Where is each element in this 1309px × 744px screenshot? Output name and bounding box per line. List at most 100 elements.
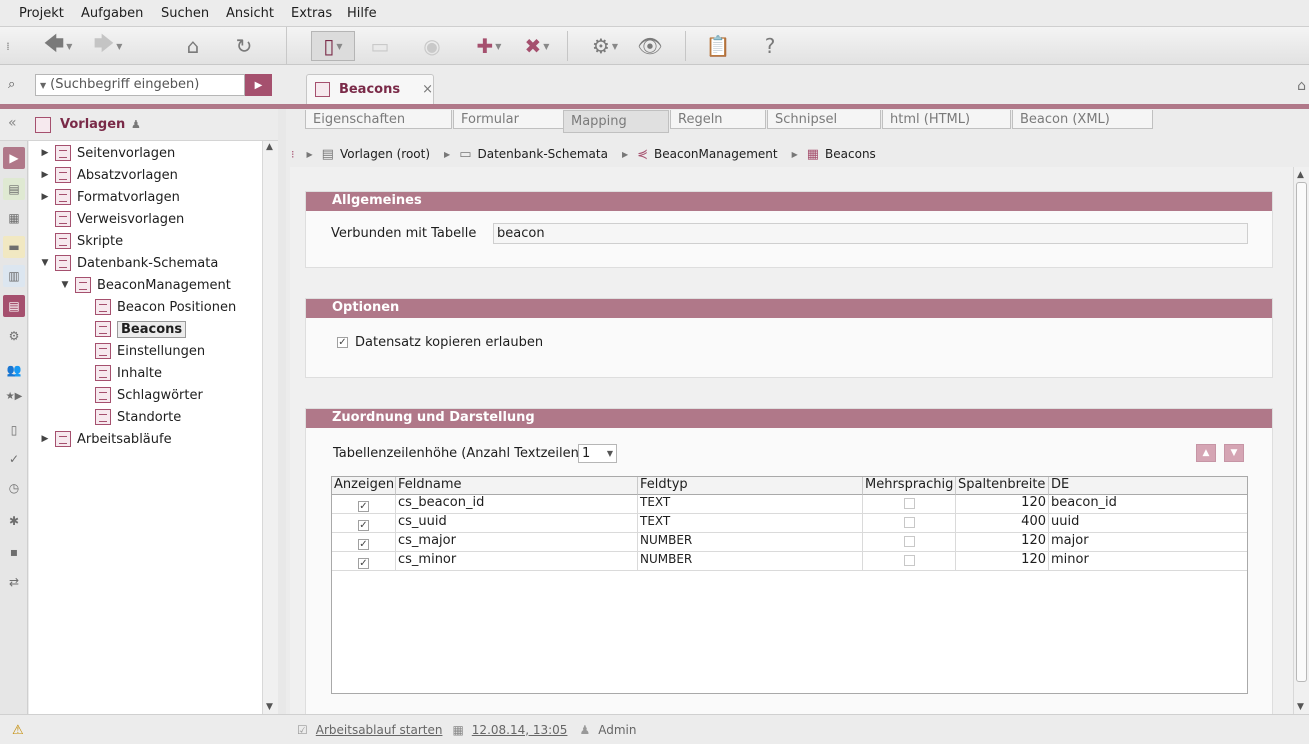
column-width-cell[interactable]: 120	[956, 533, 1049, 552]
clipboard-icon[interactable]: ▯	[3, 419, 25, 441]
tree-item-seitenvorlagen[interactable]: ▶ Seitenvorlagen	[39, 142, 175, 164]
pages-icon[interactable]: ▤	[3, 178, 25, 200]
menu-hilfe[interactable]: Hilfe	[347, 6, 377, 21]
tree-item-verweisvorlagen[interactable]: Verweisvorlagen	[39, 208, 184, 230]
field-type-cell[interactable]: NUMBER	[638, 552, 863, 571]
collapse-icon[interactable]: ▼	[39, 258, 51, 268]
menu-ansicht[interactable]: Ansicht	[226, 6, 274, 21]
users-icon[interactable]: 👥	[3, 359, 25, 381]
scroll-thumb[interactable]	[1296, 182, 1307, 682]
scroll-down-icon[interactable]: ▼	[1297, 702, 1304, 712]
new-template-button[interactable]: ▯ ▼	[311, 31, 355, 61]
breadcrumb-item[interactable]: Beacons	[825, 147, 876, 161]
collapse-handle-icon[interactable]: ⁞	[2, 31, 14, 61]
menu-projekt[interactable]: Projekt	[19, 6, 64, 21]
tab-eigenschaften[interactable]: Eigenschaften	[305, 110, 452, 129]
menu-suchen[interactable]: Suchen	[161, 6, 209, 21]
briefcase-icon[interactable]: ▪	[3, 541, 25, 563]
multilang-checkbox[interactable]	[903, 536, 915, 547]
copy-checkbox[interactable]: ✓	[337, 337, 348, 348]
show-cell[interactable]: ✓	[332, 533, 396, 552]
column-width-cell[interactable]: 120	[956, 552, 1049, 571]
collapse-icon[interactable]: «	[8, 115, 17, 131]
settings-button[interactable]: ⚙ ▼	[583, 31, 627, 61]
tab-mapping[interactable]: Mapping	[563, 110, 669, 133]
menu-extras[interactable]: Extras	[291, 6, 332, 21]
tree-item-beacon-positionen[interactable]: Beacon Positionen	[79, 296, 236, 318]
column-header-spaltenbreite[interactable]: Spaltenbreite	[956, 477, 1049, 495]
tree-item-beaconmanagement[interactable]: ▼ BeaconManagement	[59, 274, 231, 296]
show-cell[interactable]: ✓	[332, 552, 396, 571]
start-workflow-link[interactable]: Arbeitsablauf starten	[316, 723, 443, 737]
structure-icon[interactable]: ▦	[3, 207, 25, 229]
breadcrumb-item[interactable]: Datenbank-Schemata	[478, 147, 608, 161]
expand-icon[interactable]: ▶	[39, 192, 51, 202]
gear-icon[interactable]: ⚙	[3, 325, 25, 347]
tab-schnipsel[interactable]: Schnipsel	[767, 110, 881, 129]
delete-button[interactable]: ✖ ▼	[515, 31, 559, 61]
scroll-up-icon[interactable]: ▲	[266, 142, 273, 152]
search-input[interactable]: ▼ (Suchbegriff eingeben)	[35, 74, 245, 96]
puzzle-icon[interactable]: ✱	[3, 510, 25, 532]
expand-icon[interactable]: ▶	[39, 434, 51, 444]
check-icon[interactable]: ✓	[3, 448, 25, 470]
scroll-down-icon[interactable]: ▼	[266, 702, 273, 712]
breadcrumb-item[interactable]: BeaconManagement	[654, 147, 778, 161]
de-label-cell[interactable]: beacon_id	[1049, 495, 1247, 514]
field-type-cell[interactable]: NUMBER	[638, 533, 863, 552]
templates-icon[interactable]: ▤	[3, 295, 25, 317]
tab-html[interactable]: html (HTML)	[882, 110, 1011, 129]
pin-icon[interactable]: ⁝	[291, 148, 295, 161]
multilang-cell[interactable]	[863, 495, 956, 514]
move-up-button[interactable]: ▲	[1196, 444, 1216, 462]
tasks-button[interactable]: 📋	[701, 31, 735, 61]
expand-icon[interactable]: ▶	[39, 170, 51, 180]
column-header-de[interactable]: DE	[1049, 477, 1247, 495]
tree-item-arbeitsablaeufe[interactable]: ▶ Arbeitsabläufe	[39, 428, 172, 450]
last-modified-date[interactable]: 12.08.14, 13:05	[472, 723, 568, 737]
warning-icon[interactable]: ⚠	[12, 723, 24, 738]
move-down-button[interactable]: ▼	[1224, 444, 1244, 462]
row-height-select[interactable]: 1 ▼	[578, 444, 617, 463]
field-type-cell[interactable]: TEXT	[638, 495, 863, 514]
tree-item-skripte[interactable]: Skripte	[39, 230, 123, 252]
multilang-cell[interactable]	[863, 533, 956, 552]
field-name-cell[interactable]: cs_minor	[396, 552, 638, 571]
multilang-cell[interactable]	[863, 552, 956, 571]
expand-icon[interactable]: ▶	[39, 148, 51, 158]
show-checkbox[interactable]: ✓	[358, 501, 369, 512]
preview-button[interactable]: ◉	[415, 31, 449, 61]
tab-regeln[interactable]: Regeln	[670, 110, 766, 129]
media-icon[interactable]: ▬	[3, 236, 25, 258]
column-header-mehrsprachig[interactable]: Mehrsprachig	[863, 477, 956, 495]
close-icon[interactable]: ×	[422, 82, 433, 97]
tree-scrollbar[interactable]: ▲ ▼	[262, 141, 278, 714]
multilang-checkbox[interactable]	[903, 555, 915, 566]
search-button[interactable]: ▶	[245, 74, 272, 96]
home-button[interactable]: ⌂	[176, 31, 210, 61]
collapse-icon[interactable]: ▼	[59, 280, 71, 290]
data-sources-icon[interactable]: ▥	[3, 265, 25, 287]
column-header-anzeigen[interactable]: Anzeigen	[332, 477, 396, 495]
field-name-cell[interactable]: cs_uuid	[396, 514, 638, 533]
view-button[interactable]: 👁	[633, 31, 667, 61]
column-width-cell[interactable]: 400	[956, 514, 1049, 533]
tree-item-schlagwoerter[interactable]: Schlagwörter	[79, 384, 203, 406]
scroll-up-icon[interactable]: ▲	[1297, 170, 1304, 180]
swap-icon[interactable]: ⇄	[3, 571, 25, 593]
tree-item-formatvorlagen[interactable]: ▶ Formatvorlagen	[39, 186, 180, 208]
star-icon[interactable]: ★▶	[3, 385, 25, 407]
de-label-cell[interactable]: major	[1049, 533, 1247, 552]
help-button[interactable]: ?	[753, 31, 787, 61]
column-width-cell[interactable]: 120	[956, 495, 1049, 514]
content-scrollbar[interactable]: ▲ ▼	[1293, 167, 1309, 714]
tree-item-inhalte[interactable]: Inhalte	[79, 362, 162, 384]
breadcrumb-item[interactable]: Vorlagen (root)	[340, 147, 430, 161]
multilang-cell[interactable]	[863, 514, 956, 533]
show-checkbox[interactable]: ✓	[358, 520, 369, 531]
de-label-cell[interactable]: uuid	[1049, 514, 1247, 533]
tree-item-beacons[interactable]: Beacons	[79, 318, 187, 340]
play-icon[interactable]: ▶	[3, 147, 25, 169]
tree-item-einstellungen[interactable]: Einstellungen	[79, 340, 205, 362]
tab-formular[interactable]: Formular	[453, 110, 564, 129]
